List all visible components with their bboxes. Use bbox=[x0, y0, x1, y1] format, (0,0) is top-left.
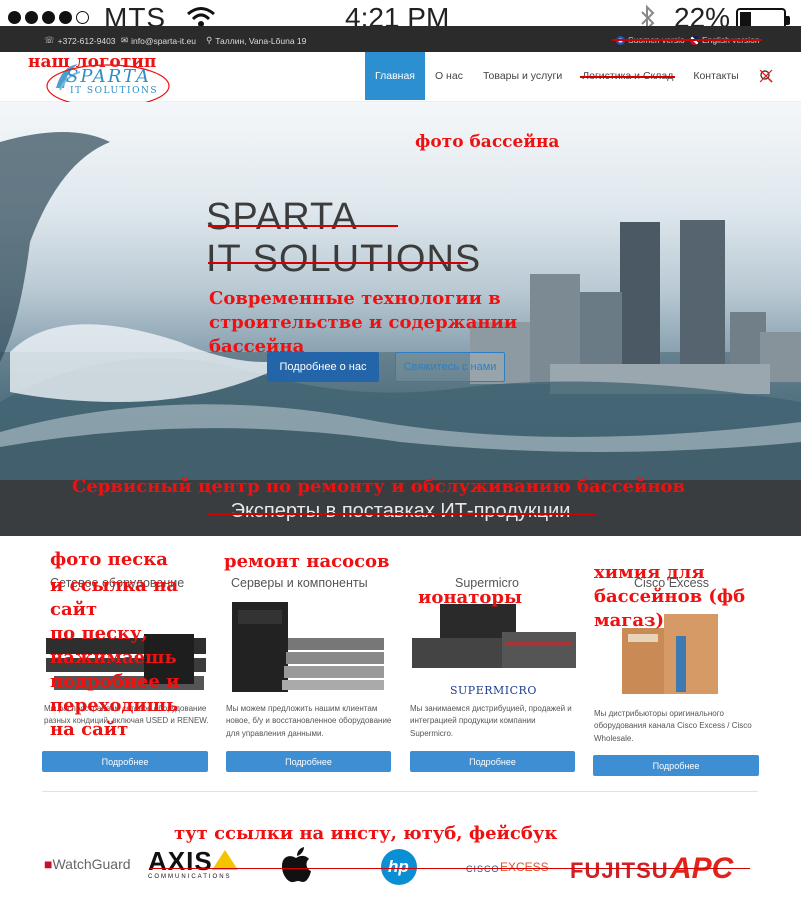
address-contact: ⚲ Таллин, Vana-Lõuna 19 bbox=[206, 35, 306, 46]
annotation-pool-photo: фото бассейна bbox=[415, 132, 560, 152]
annotation-hero-line3: бассейна bbox=[209, 336, 305, 357]
product-description: Мы занимаемся дистрибуцией, продажей и и… bbox=[410, 704, 572, 738]
annotation-strike bbox=[208, 262, 468, 264]
annotation-sand: нажимаешь bbox=[50, 647, 177, 668]
annotation-pump-repair: ремонт насосов bbox=[224, 551, 390, 572]
annotation-sand: по песку, bbox=[50, 623, 148, 644]
product-description: Мы можем предложить нашим клиентам новое… bbox=[226, 704, 392, 738]
excess-logo[interactable]: EXCESS bbox=[500, 860, 549, 874]
product-more-button[interactable]: Подробнее bbox=[42, 751, 208, 772]
hero-title-line1: SPARTA bbox=[206, 196, 358, 238]
product-more-button[interactable]: Подробнее bbox=[410, 751, 575, 772]
fujitsu-logo[interactable]: FUJITSU bbox=[570, 858, 669, 884]
phone-number: +372-612-9403 bbox=[57, 35, 116, 46]
phone-contact[interactable]: ☏ +372-612-9403 bbox=[44, 35, 116, 46]
section-divider bbox=[42, 791, 758, 792]
apple-logo-icon[interactable] bbox=[280, 846, 312, 884]
annotation-sand: фото песка bbox=[50, 549, 168, 570]
nav-about[interactable]: О нас bbox=[425, 52, 473, 100]
axis-subtitle: COMMUNICATIONS bbox=[148, 874, 232, 880]
phone-icon: ☏ bbox=[44, 35, 55, 45]
product-description: Мы дистрибьюторы оригинального оборудова… bbox=[594, 709, 752, 743]
annotation-sand: и ссылка на bbox=[50, 575, 179, 596]
nav-logistics[interactable]: Логистика и Склад bbox=[572, 52, 683, 100]
map-pin-icon: ⚲ bbox=[206, 35, 213, 45]
annotation-service-center: Сервисный центр по ремонту и обслуживани… bbox=[72, 476, 686, 497]
annotation-strike bbox=[580, 76, 676, 78]
email-contact[interactable]: ✉ info@sparta-it.eu bbox=[121, 35, 196, 46]
annotation-sand: сайт bbox=[50, 599, 98, 620]
address-text: Таллин, Vana-Lõuna 19 bbox=[215, 35, 307, 46]
contact-bar: ☏ +372-612-9403 ✉ info@sparta-it.eu ⚲ Та… bbox=[0, 26, 801, 52]
annotation-sand: подробнее и bbox=[50, 671, 180, 692]
annotation-sand: переходишь bbox=[50, 695, 179, 716]
watchguard-logo[interactable]: ■WatchGuard bbox=[44, 856, 131, 872]
signal-strength-icon bbox=[8, 11, 89, 24]
wifi-icon bbox=[187, 7, 215, 27]
supermicro-servers-image bbox=[412, 604, 576, 668]
axis-logo[interactable]: AXIS bbox=[148, 846, 213, 877]
product-more-button[interactable]: Подробнее bbox=[226, 751, 391, 772]
annotation-strike bbox=[208, 513, 596, 515]
annotation-strike bbox=[150, 868, 750, 870]
annotation-strike bbox=[612, 39, 762, 41]
annotation-chemistry: бассейнов (фб bbox=[594, 586, 746, 607]
annotation-ionizers: ионаторы bbox=[418, 587, 522, 608]
annotation-hero-line2: строительстве и содержании bbox=[209, 312, 518, 333]
annotation-chemistry: химия для bbox=[594, 562, 705, 583]
annotation-logo-note: наш логотип bbox=[28, 52, 157, 72]
annotation-chemistry: магаз) bbox=[594, 610, 664, 631]
envelope-icon: ✉ bbox=[121, 35, 129, 45]
annotation-strike bbox=[208, 225, 398, 227]
watchguard-label: WatchGuard bbox=[52, 856, 131, 872]
nav-home[interactable]: Главная bbox=[365, 52, 425, 100]
search-icon bbox=[759, 69, 773, 83]
annotation-social-links: тут ссылки на инсту, ютуб, фейсбук bbox=[174, 823, 558, 844]
servers-image bbox=[232, 602, 384, 692]
product-title: Серверы и компоненты bbox=[231, 576, 368, 590]
main-nav: Главная О нас Товары и услуги Логистика … bbox=[365, 52, 783, 100]
hero-title-line2: IT SOLUTIONS bbox=[206, 238, 482, 280]
nav-contacts[interactable]: Контакты bbox=[683, 52, 748, 100]
hero-contact-button[interactable]: Свяжитесь с нами bbox=[395, 352, 505, 382]
supermicro-logo: SUPERMICRO bbox=[450, 684, 537, 697]
annotation-sand: на сайт bbox=[50, 719, 129, 740]
nav-products[interactable]: Товары и услуги bbox=[473, 52, 572, 100]
email-address: info@sparta-it.eu bbox=[131, 35, 196, 46]
search-button[interactable] bbox=[749, 52, 783, 100]
annotation-hero-line1: Современные технологии в bbox=[209, 288, 501, 309]
hp-label: hp bbox=[388, 857, 409, 876]
tagline-text: Эксперты в поставках ИТ-продукции bbox=[230, 500, 571, 522]
product-more-button[interactable]: Подробнее bbox=[593, 755, 759, 776]
